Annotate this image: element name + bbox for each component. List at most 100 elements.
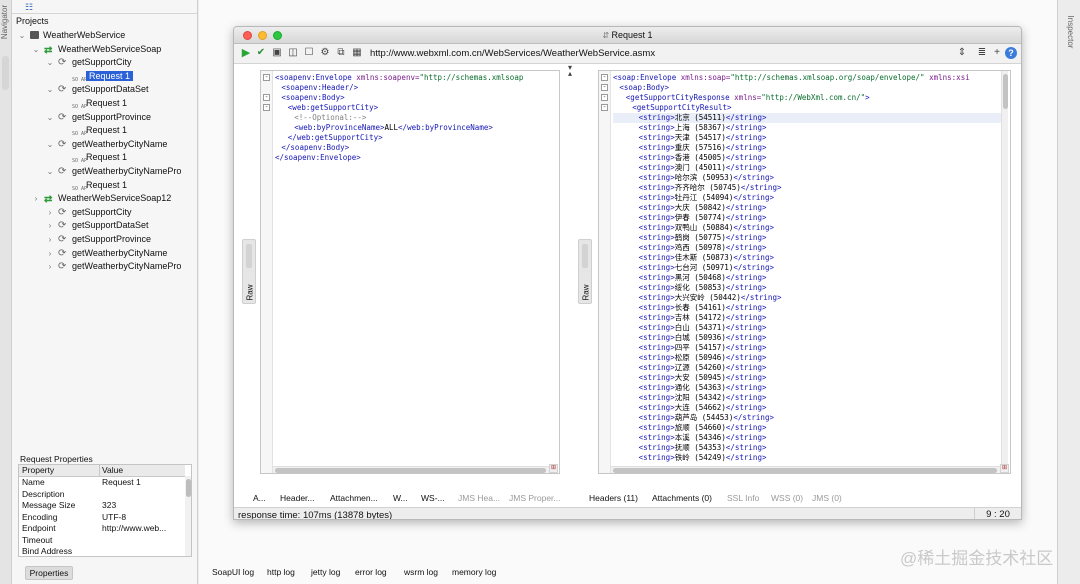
operation-expand-toggle[interactable]: ⌄ [46, 165, 54, 178]
operation-node[interactable]: ⟳ getSupportProvince [58, 111, 151, 124]
window-titlebar[interactable]: ⇵ Request 1 [234, 27, 1021, 44]
log-tab-6[interactable]: memory log [452, 567, 496, 577]
fold-toggle-icon[interactable]: - [263, 94, 270, 101]
response-editor[interactable]: - <soap:Envelope xmlns:soap="http://schem… [598, 70, 1011, 474]
response-tab-2[interactable]: Attachments (0) [652, 493, 712, 503]
interface-node[interactable]: ⇄ WeatherWebServiceSoap [44, 43, 161, 56]
endpoint-dropdown-icon[interactable]: ⇕ [956, 47, 968, 59]
property-row[interactable]: Message Size 323 [19, 500, 185, 512]
properties-scrollbar[interactable] [185, 476, 191, 556]
operation-node[interactable]: ⟳ getSupportDataSet [58, 219, 149, 232]
fold-toggle-icon[interactable]: - [601, 104, 608, 111]
property-column-header[interactable]: Property [22, 465, 100, 477]
request-tab-5[interactable]: WS-... [421, 493, 445, 503]
property-row[interactable]: Name Request 1 [19, 477, 185, 489]
project-expand-toggle[interactable]: ⌄ [18, 29, 26, 42]
response-raw-tab[interactable]: Raw [578, 239, 592, 304]
log-tab-4[interactable]: error log [355, 567, 387, 577]
split-divider-icon[interactable]: ▾ ▴ [566, 64, 574, 78]
request-tab-3[interactable]: Attachmen... [330, 493, 378, 503]
navigator-grip[interactable] [2, 56, 9, 90]
operation-node[interactable]: ⟳ getWeatherbyCityName [58, 138, 167, 151]
log-tab-1[interactable]: SoapUI log [212, 567, 254, 577]
response-tab-4[interactable]: WSS (0) [771, 493, 803, 503]
property-value[interactable]: Request 1 [102, 477, 184, 489]
request-tab-1[interactable]: A... [253, 493, 266, 503]
inspector-strip[interactable]: Inspector [1057, 0, 1080, 584]
interface-expand-toggle[interactable]: ⌄ [32, 43, 40, 56]
interface-node[interactable]: ⇄ WeatherWebServiceSoap12 [44, 192, 171, 205]
stop-icon[interactable]: ☐ [303, 47, 315, 59]
property-value[interactable]: http://www.web... [102, 523, 184, 535]
help-icon[interactable]: ? [1005, 47, 1017, 59]
request-hscrollbar[interactable] [273, 466, 549, 473]
fold-toggle-icon[interactable]: - [601, 74, 608, 81]
tree-view-icon[interactable]: ☷ [25, 3, 35, 12]
request-raw-tab[interactable]: Raw [242, 239, 256, 304]
request-tab-2[interactable]: Header... [280, 493, 315, 503]
request-hscroll-thumb[interactable] [275, 468, 546, 473]
request-editor[interactable]: - <soapenv:Envelope xmlns:soapenv="http:/… [260, 70, 560, 474]
operation-expand-toggle[interactable]: ⌄ [46, 56, 54, 69]
fold-toggle-icon[interactable]: - [263, 74, 270, 81]
copy-icon[interactable]: ⧉ [335, 47, 347, 59]
fold-toggle-icon[interactable]: - [601, 84, 608, 91]
attach-icon[interactable]: ⚙ [319, 47, 331, 59]
property-row[interactable]: Timeout [19, 535, 185, 547]
property-row[interactable]: Encoding UTF-8 [19, 512, 185, 524]
interface-expand-toggle[interactable]: › [32, 192, 40, 205]
response-tab-1[interactable]: Headers (11) [589, 493, 638, 503]
operation-node[interactable]: ⟳ getWeatherbyCityNamePro [58, 260, 181, 273]
response-hscroll-thumb[interactable] [613, 468, 997, 473]
property-row[interactable]: Endpoint http://www.web... [19, 523, 185, 535]
operation-expand-toggle[interactable]: › [46, 247, 54, 260]
operation-node[interactable]: ⟳ getWeatherbyCityNamePro [58, 165, 181, 178]
log-tab-3[interactable]: jetty log [311, 567, 340, 577]
navigator-strip[interactable]: Navigator [0, 0, 12, 584]
property-value[interactable]: 323 [102, 500, 184, 512]
request-tab-6[interactable]: JMS Hea... [458, 493, 500, 503]
response-hscrollbar[interactable] [611, 466, 1000, 473]
operation-node[interactable]: ⟳ getSupportCity [58, 206, 132, 219]
request-node[interactable]: SO APRequest 1 [72, 151, 127, 164]
fold-toggle-icon[interactable]: - [601, 94, 608, 101]
request-node[interactable]: SO APRequest 1 [72, 179, 127, 192]
log-tab-5[interactable]: wsrm log [404, 567, 438, 577]
operation-node[interactable]: ⟳ getWeatherbyCityName [58, 247, 167, 260]
response-vscrollbar[interactable] [1001, 71, 1008, 464]
operation-expand-toggle[interactable]: ⌄ [46, 83, 54, 96]
request-node[interactable]: SO APRequest 1 [72, 70, 134, 83]
edit-endpoint-icon[interactable]: ≣ [976, 47, 988, 59]
validate-icon[interactable]: ✔ [255, 47, 267, 59]
property-row[interactable]: Bind Address [19, 546, 185, 556]
operation-node[interactable]: ⟳ getSupportProvince [58, 233, 151, 246]
request-node[interactable]: SO APRequest 1 [72, 97, 127, 110]
property-value[interactable]: UTF-8 [102, 512, 184, 524]
request-tab-4[interactable]: W... [393, 493, 408, 503]
operation-expand-toggle[interactable]: ⌄ [46, 138, 54, 151]
split-view-icon[interactable]: ▦ [351, 47, 363, 59]
operation-expand-toggle[interactable]: › [46, 260, 54, 273]
properties-scroll-thumb[interactable] [186, 479, 191, 497]
add-endpoint-icon[interactable]: + [991, 47, 1003, 59]
fold-toggle-icon[interactable]: - [263, 104, 270, 111]
properties-tab[interactable]: Properties [25, 566, 73, 580]
create-form-icon[interactable]: ▣ [271, 47, 283, 59]
operation-expand-toggle[interactable]: ⌄ [46, 111, 54, 124]
format-icon[interactable]: ◫ [287, 47, 299, 59]
value-column-header[interactable]: Value [99, 465, 181, 477]
request-node[interactable]: SO APRequest 1 [72, 124, 127, 137]
operation-node[interactable]: ⟳ getSupportDataSet [58, 83, 149, 96]
operation-expand-toggle[interactable]: › [46, 233, 54, 246]
operation-expand-toggle[interactable]: › [46, 206, 54, 219]
endpoint-url[interactable]: http://www.webxml.com.cn/WebServices/Wea… [370, 48, 655, 59]
project-node[interactable]: WeatherWebService [30, 29, 125, 42]
operation-expand-toggle[interactable]: › [46, 219, 54, 232]
log-tab-2[interactable]: http log [267, 567, 295, 577]
operation-node[interactable]: ⟳ getSupportCity [58, 56, 132, 69]
response-tab-5[interactable]: JMS (0) [812, 493, 842, 503]
response-vscroll-thumb[interactable] [1003, 74, 1008, 109]
property-row[interactable]: Description [19, 489, 185, 501]
response-tab-3[interactable]: SSL Info [727, 493, 759, 503]
request-tab-7[interactable]: JMS Proper... [509, 493, 561, 503]
